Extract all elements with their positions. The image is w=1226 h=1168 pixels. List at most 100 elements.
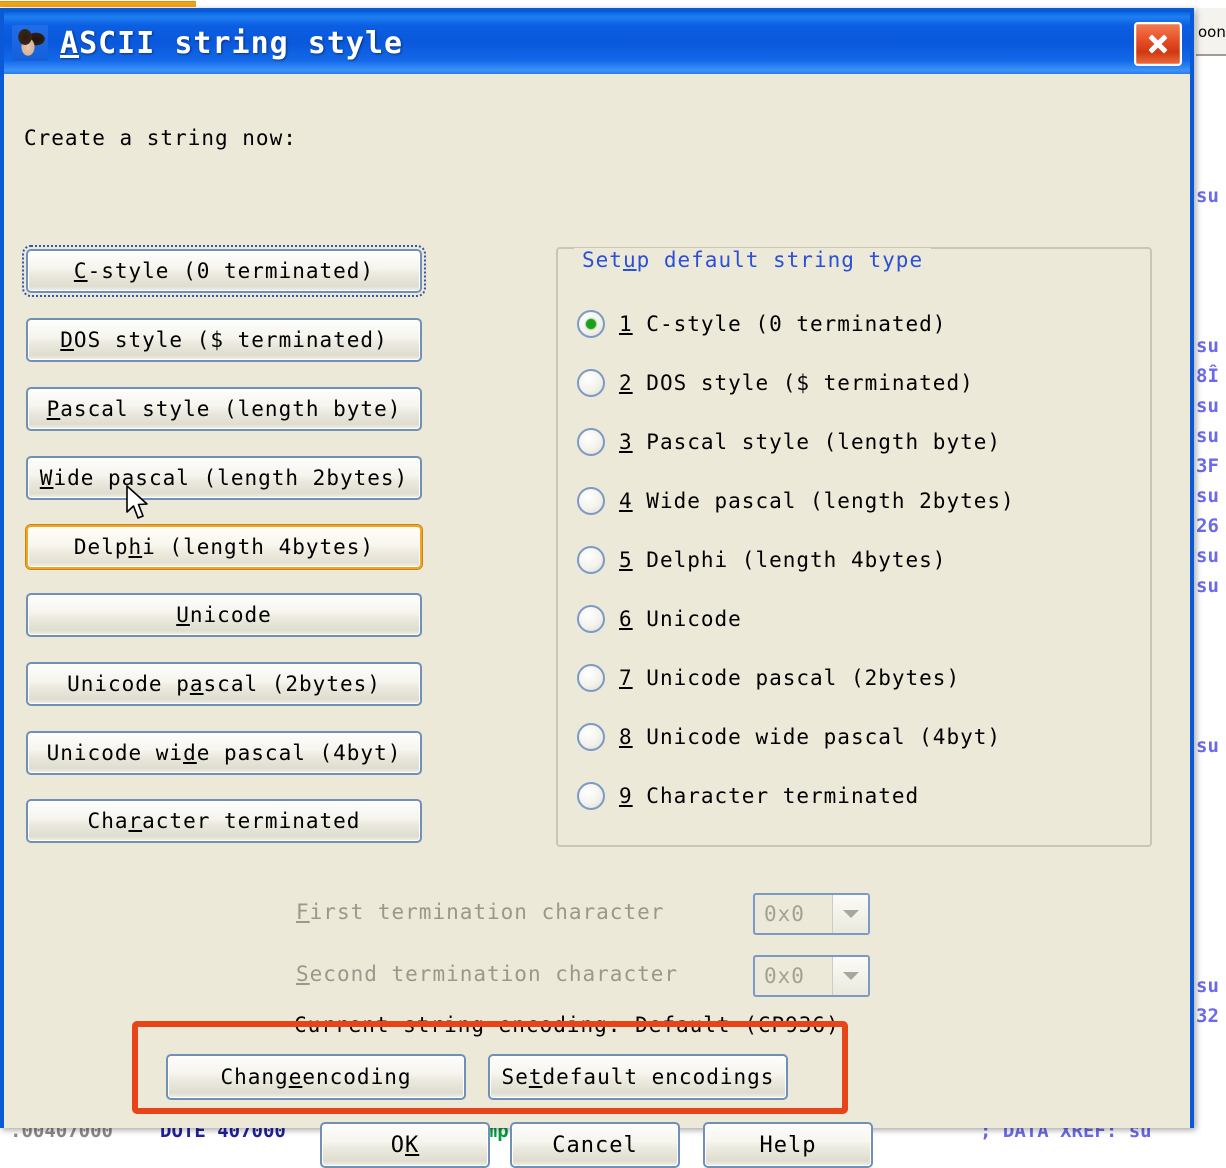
second-termination-value: 0x0 [764, 964, 805, 988]
button-label-post: acter terminated [142, 809, 361, 833]
background-string-fragment: 26 [1196, 515, 1219, 537]
background-string-fragment: 8Î [1196, 365, 1219, 387]
chevron-down-icon[interactable] [832, 957, 868, 995]
default-string-type-radio-5[interactable]: 5 Delphi (length 4bytes) [577, 546, 946, 574]
background-string-fragment: su [1196, 395, 1219, 417]
dialog-title-mnemonic: A [60, 25, 80, 61]
button-label-pre: Cancel [552, 1132, 638, 1158]
radio-label: 3 Pascal style (length byte) [619, 430, 1001, 454]
cancel-button[interactable]: Cancel [510, 1122, 680, 1168]
string-style-button-3[interactable]: Pascal style (length byte) [26, 387, 422, 431]
button-label-post: encoding [302, 1065, 412, 1089]
radio-button-icon[interactable] [577, 428, 605, 456]
button-label-post: scal (2bytes) [203, 672, 381, 696]
default-string-type-radio-9[interactable]: 9 Character terminated [577, 782, 919, 810]
radio-button-icon[interactable] [577, 664, 605, 692]
first-termination-row: First termination character [296, 900, 664, 924]
radio-button-icon[interactable] [577, 369, 605, 397]
default-string-type-radio-1[interactable]: 1 C-style (0 terminated) [577, 310, 946, 338]
radio-mnemonic-number: 4 [619, 489, 633, 513]
first-termination-value: 0x0 [764, 902, 805, 926]
button-label-mnemonic: D [60, 328, 74, 352]
button-label-mnemonic: a [189, 672, 204, 696]
string-style-button-7[interactable]: Unicode p a scal (2bytes) [26, 662, 422, 706]
button-label-post: e pascal (4byt) [196, 741, 402, 765]
background-string-fragment: 3F [1196, 455, 1219, 477]
radio-text: DOS style ($ terminated) [632, 371, 974, 395]
button-label-post: nicode [189, 603, 272, 627]
ascii-string-style-dialog: ASCII string style Create a string now: … [0, 8, 1194, 1168]
string-style-button-1[interactable]: C -style (0 terminated) [22, 245, 426, 297]
background-strings-list: su su 8Î su su 3F su 26 su su su su 32 [1196, 60, 1226, 1120]
ok-button[interactable]: OK [320, 1122, 490, 1168]
string-style-button-5[interactable]: Delp h i (length 4bytes) [26, 525, 422, 569]
string-style-button-2[interactable]: D OS style ($ terminated) [26, 318, 422, 362]
button-label-post: i (length 4bytes) [142, 535, 375, 559]
groupbox-title: Setup default string type [574, 248, 932, 272]
default-string-type-radio-6[interactable]: 6 Unicode [577, 605, 742, 633]
groupbox-title-post: p default string type [636, 248, 924, 272]
background-string-fragment: su [1196, 545, 1219, 567]
button-label-post: ide pascal (length 2bytes) [53, 466, 409, 490]
background-string-fragment: su [1196, 735, 1219, 757]
background-string-fragment: su [1196, 975, 1219, 997]
string-style-button-8[interactable]: Unicode wi d e pascal (4byt) [26, 731, 422, 775]
default-string-type-radio-3[interactable]: 3 Pascal style (length byte) [577, 428, 1001, 456]
default-string-type-radio-2[interactable]: 2 DOS style ($ terminated) [577, 369, 974, 397]
current-string-encoding-label: Current string encoding: Default (CP936) [294, 1013, 840, 1037]
button-label-pre: O [390, 1132, 405, 1158]
radio-text: Wide pascal (length 2bytes) [632, 489, 1015, 513]
dialog-title: ASCII string style [60, 26, 403, 61]
dialog-titlebar[interactable]: ASCII string style [0, 8, 1194, 74]
default-string-type-radio-4[interactable]: 4 Wide pascal (length 2bytes) [577, 487, 1015, 515]
background-toolbar-label: oon [1196, 8, 1226, 56]
radio-text: Delphi (length 4bytes) [632, 548, 947, 572]
dialog-title-rest: SCII string style [79, 25, 404, 61]
first-termination-label: First termination character [296, 900, 665, 924]
button-label-pre: Help [759, 1132, 817, 1158]
button-label-mnemonic: K [405, 1132, 420, 1158]
background-string-fragment: su [1196, 425, 1219, 447]
radio-button-icon[interactable] [577, 605, 605, 633]
radio-text: Unicode pascal (2bytes) [632, 666, 961, 690]
button-label-mnemonic: t [528, 1065, 543, 1089]
button-label-pre: Unicode wi [46, 741, 184, 765]
close-icon[interactable] [1134, 22, 1182, 66]
button-label-post: ascal style (length byte) [60, 397, 402, 421]
radio-button-icon[interactable] [577, 723, 605, 751]
button-label-mnemonic: U [176, 603, 190, 627]
radio-label: 9 Character terminated [619, 784, 919, 808]
chevron-down-icon[interactable] [832, 895, 868, 933]
change-encoding-button[interactable]: Chang e encoding [166, 1054, 466, 1100]
set-default-encodings-button[interactable]: Se t default encodings [488, 1054, 788, 1100]
button-label-post: default encodings [542, 1065, 775, 1089]
help-button[interactable]: Help [703, 1122, 873, 1168]
second-termination-select[interactable]: 0x0 [753, 955, 870, 997]
radio-button-icon[interactable] [577, 782, 605, 810]
button-label-mnemonic: h [128, 535, 143, 559]
string-style-button-6[interactable]: Unicode [26, 593, 422, 637]
dialog-body: Create a string now: C -style (0 terminat… [4, 74, 1190, 1168]
second-termination-row: Second termination character [296, 962, 678, 986]
radio-button-icon[interactable] [577, 310, 605, 338]
radio-button-icon[interactable] [577, 546, 605, 574]
radio-label: 7 Unicode pascal (2bytes) [619, 666, 960, 690]
first-termination-select[interactable]: 0x0 [753, 893, 870, 935]
button-label-pre: Se [501, 1065, 529, 1089]
button-label-mnemonic: e [288, 1065, 303, 1089]
button-label-pre: Chang [220, 1065, 289, 1089]
radio-text: Pascal style (length byte) [632, 430, 1002, 454]
radio-mnemonic-number: 3 [619, 430, 633, 454]
default-string-type-radio-7[interactable]: 7 Unicode pascal (2bytes) [577, 664, 960, 692]
string-style-button-4[interactable]: Wide pascal (length 2bytes) [26, 456, 422, 500]
string-style-button-9[interactable]: Cha r acter terminated [26, 799, 422, 843]
background-string-fragment: 32 [1196, 1005, 1219, 1027]
radio-button-icon[interactable] [577, 487, 605, 515]
default-string-type-radio-8[interactable]: 8 Unicode wide pascal (4byt) [577, 723, 1001, 751]
radio-label: 1 C-style (0 terminated) [619, 312, 946, 336]
button-label-mnemonic: P [46, 397, 61, 421]
radio-text: Unicode [632, 607, 742, 631]
button-label-mnemonic: r [128, 809, 143, 833]
button-label-mnemonic: C [73, 259, 88, 283]
radio-mnemonic-number: 2 [619, 371, 633, 395]
